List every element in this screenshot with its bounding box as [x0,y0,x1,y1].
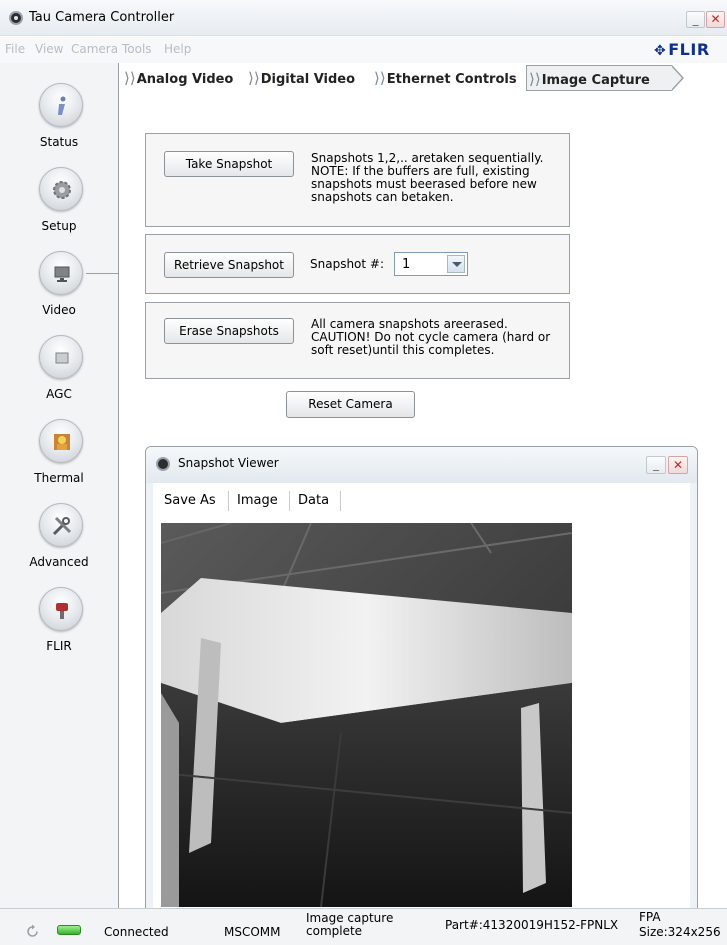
reset-camera-button[interactable]: Reset Camera [286,391,415,418]
status-bar: Connected MSCOMM Image capture complete … [0,908,727,945]
sidebar-item-video[interactable]: Video [0,245,118,329]
minimize-button[interactable]: _ [686,11,705,28]
flir-logo-text: FLIR [668,40,710,59]
flir-logo-mark-icon: ✥ [654,43,667,59]
viewer-menu-save-as[interactable]: Save As [164,493,216,508]
sidebar-item-label: Status [39,135,79,149]
sidebar-item-label: Video [42,303,76,317]
retrieve-snapshot-button[interactable]: Retrieve Snapshot [164,252,294,278]
port-status: MSCOMM [224,925,281,939]
sidebar-item-advanced[interactable]: Advanced [0,497,118,581]
sidebar-item-setup[interactable]: Setup [0,161,118,245]
viewer-menu-data[interactable]: Data [298,493,329,508]
camera-icon [39,587,83,631]
tab-image-capture[interactable]: ⟩⟩Image Capture [526,65,684,91]
snapshot-number-value: 1 [402,257,411,272]
erase-snapshots-note: All camera snapshots areerased. CAUTION!… [311,317,551,357]
sidebar-item-label: Setup [41,219,77,233]
thermal-icon [39,419,83,463]
info-icon [39,83,83,127]
connection-status: Connected [104,925,169,939]
menu-separator [340,491,341,511]
snapshot-number-label: Snapshot #: [310,257,385,271]
chevron-down-icon[interactable] [447,255,465,273]
gear-icon [39,167,83,211]
menu-separator [289,491,290,511]
thermal-snapshot-image [161,523,572,907]
tab-label: Digital Video [260,72,356,87]
tab-label: Image Capture [541,73,650,88]
close-button[interactable]: ✕ [706,11,725,28]
refresh-icon[interactable] [25,924,40,939]
menu-camera[interactable]: Camera [71,42,118,56]
agc-icon [39,335,83,379]
sidebar-item-agc[interactable]: AGC [0,329,118,413]
chevron-right-icon: ⟩⟩ [374,69,386,87]
monitor-icon [39,251,83,295]
chevron-right-icon: ⟩⟩ [248,69,260,87]
snapshot-viewer-title: Snapshot Viewer [178,456,279,470]
tools-icon [39,503,83,547]
tab-label: Analog Video [136,72,234,87]
app-icon [156,457,170,471]
menu-separator [228,491,229,511]
title-bar: Tau Camera Controller _ ✕ [0,0,727,36]
chevron-right-icon: ⟩⟩ [529,70,541,88]
window-title: Tau Camera Controller [29,10,175,25]
tab-label: Ethernet Controls [386,72,517,87]
menu-view[interactable]: View [35,42,63,56]
snapshot-number-select[interactable]: 1 [394,252,468,276]
viewer-close-button[interactable]: ✕ [668,456,688,474]
sidebar-item-thermal[interactable]: Thermal [0,413,118,497]
sidebar-item-status[interactable]: Status [0,77,118,161]
sidebar-item-label: Advanced [29,555,89,569]
capture-status-message: Image capture complete [306,911,394,938]
take-snapshot-button[interactable]: Take Snapshot [164,151,294,177]
sidebar-divider [118,63,119,908]
sidebar-item-label: FLIR [46,639,72,653]
erase-snapshots-button[interactable]: Erase Snapshots [164,318,294,344]
fpa-label: FPA [639,910,661,924]
menu-tools[interactable]: Tools [122,42,152,56]
sidebar-item-flir[interactable]: FLIR [0,581,118,665]
connection-led [57,925,81,935]
menu-help[interactable]: Help [164,42,191,56]
part-number: Part#:41320019H152-FPNLX [445,918,619,932]
viewer-minimize-button[interactable]: _ [646,456,666,474]
snapshot-viewer-body: Save As Image Data [153,483,690,921]
menu-file[interactable]: File [5,42,25,56]
tab-analog-video[interactable]: ⟩⟩Analog Video [124,65,233,91]
sidebar-item-label: Thermal [34,471,84,485]
viewer-menu-image[interactable]: Image [237,493,278,508]
sidebar: Status Setup Video AGC Thermal Advanced [0,63,118,908]
flir-logo: ✥ FLIR [654,40,710,59]
sidebar-item-label: AGC [46,387,72,401]
chevron-right-icon: ⟩⟩ [124,69,136,87]
tab-ethernet-controls[interactable]: ⟩⟩Ethernet Controls [374,65,517,91]
app-icon [9,11,23,25]
snapshot-viewer-window: Snapshot Viewer _ ✕ Save As Image Data [145,446,698,928]
fpa-size: Size:324x256 [639,925,721,939]
menu-bar: File View Camera Tools Help [0,37,727,63]
tab-digital-video[interactable]: ⟩⟩Digital Video [248,65,355,91]
take-snapshot-note: Snapshots 1,2,.. aretaken sequentially. … [311,151,544,204]
